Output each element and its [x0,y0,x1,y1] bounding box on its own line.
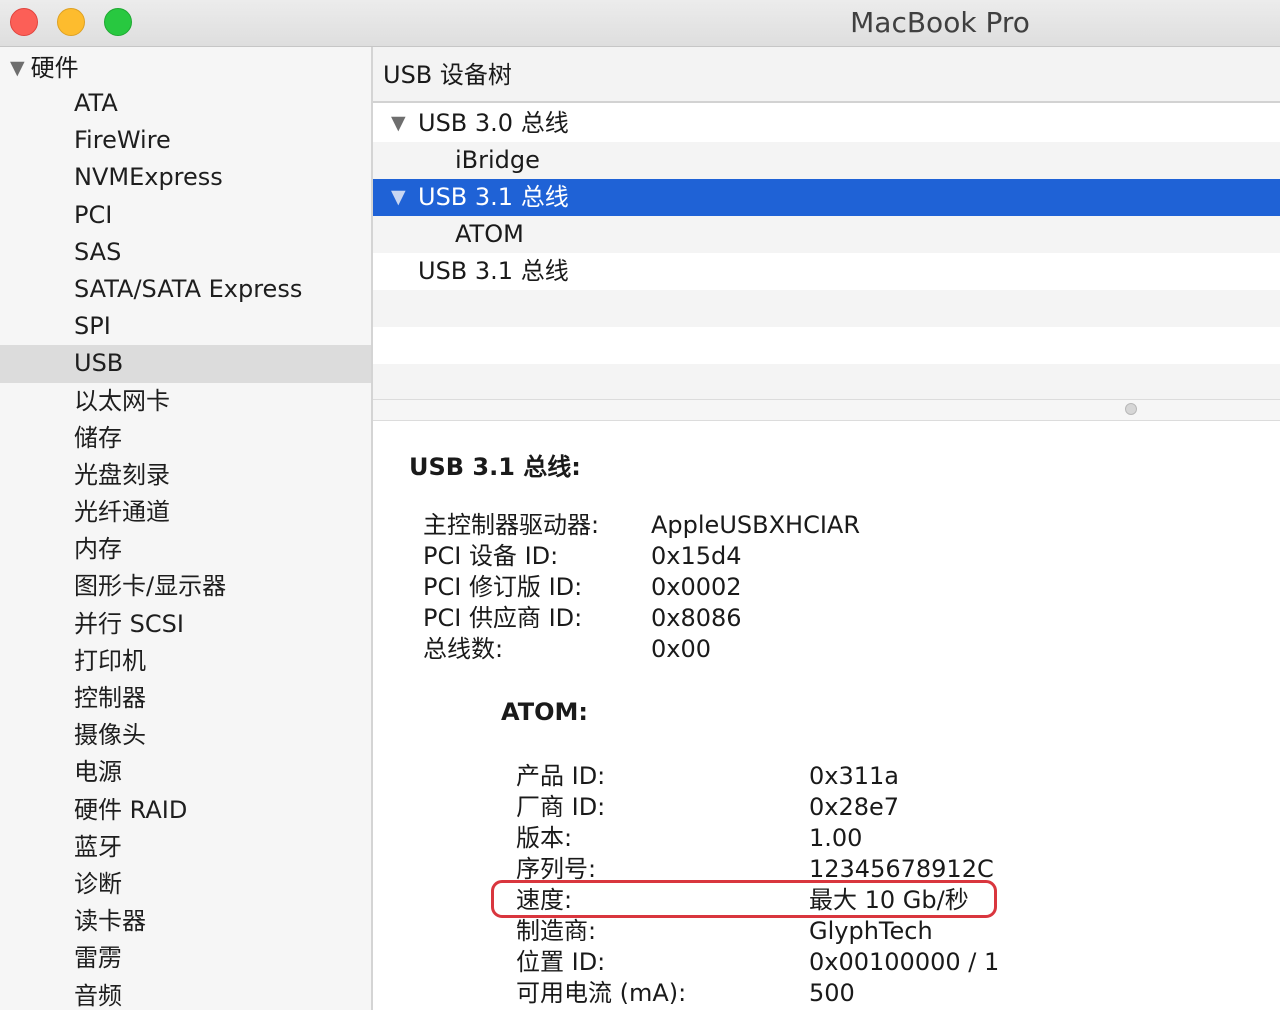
sidebar-item-pci[interactable]: PCI [0,197,371,234]
sidebar-item-firewire[interactable]: FireWire [0,122,371,159]
tree-row-usb31-bus-2[interactable]: USB 3.1 总线 [373,253,1280,290]
device-value: 0x311a [809,762,899,790]
speed-highlight-box [491,880,997,918]
detail-key: PCI 设备 ID: [423,542,559,570]
title-bar: MacBook Pro [0,0,1280,47]
sidebar-item-memory[interactable]: 内存 [0,531,371,568]
device-key: 版本: [516,824,573,852]
minimize-window-button[interactable] [57,8,85,36]
splitter-handle-icon[interactable] [1125,403,1137,415]
sidebar-item-graphics[interactable]: 图形卡/显示器 [0,568,371,605]
sidebar-item-diagnostics[interactable]: 诊断 [0,866,371,903]
device-value: 1.00 [809,824,863,852]
sidebar-item-spi[interactable]: SPI [0,308,371,345]
detail-value: 0x8086 [651,604,742,632]
device-key: 制造商: [516,917,597,945]
system-information-window: MacBook Pro ▼ 硬件 ATA FireWire NVMExpress … [0,0,1280,1010]
detail-value: 0x0002 [651,573,742,601]
detail-value: 0x00 [651,635,712,663]
device-key: 产品 ID: [516,762,606,790]
tree-row-atom[interactable]: ATOM [373,216,1280,253]
tree-row-label: USB 3.0 总线 [418,109,569,137]
usb-device-tree: ▼ USB 3.0 总线 iBridge ▼ USB 3.1 总线 ATOM U… [373,105,1280,401]
tree-row-label: USB 3.1 总线 [418,257,569,285]
tree-row-empty [373,364,1280,401]
device-value: 0x28e7 [809,793,900,821]
detail-pane: USB 3.1 总线: 主控制器驱动器: AppleUSBXHCIAR PCI … [373,421,1280,1010]
pane-splitter[interactable] [373,399,1280,421]
zoom-window-button[interactable] [104,8,132,36]
detail-value: 0x15d4 [651,542,742,570]
sidebar-item-audio[interactable]: 音频 [0,978,371,1015]
device-key: 可用电流 (mA): [516,979,687,1007]
sidebar-item-card-reader[interactable]: 读卡器 [0,903,371,940]
detail-key: 总线数: [423,635,504,663]
tree-row-usb30-bus[interactable]: ▼ USB 3.0 总线 [373,105,1280,142]
sidebar-section-label: 硬件 [30,54,79,82]
tree-row-label: iBridge [455,146,540,174]
sidebar-item-disc-burning[interactable]: 光盘刻录 [0,457,371,494]
sidebar-item-controller[interactable]: 控制器 [0,680,371,717]
device-value: 0x00100000 / 1 [809,948,1000,976]
sidebar-list: ATA FireWire NVMExpress PCI SAS SATA/SAT… [0,85,371,1015]
close-window-button[interactable] [10,8,38,36]
window-title: MacBook Pro [850,6,1030,39]
tree-row-empty [373,290,1280,327]
content-pane: USB 设备树 ▼ USB 3.0 总线 iBridge ▼ USB 3.1 总… [373,47,1280,1010]
device-value: 500 [809,979,855,1007]
sidebar-item-parallel-scsi[interactable]: 并行 SCSI [0,606,371,643]
detail-key: PCI 修订版 ID: [423,573,583,601]
sidebar-item-nvmexpress[interactable]: NVMExpress [0,159,371,196]
sidebar-item-sas[interactable]: SAS [0,234,371,271]
detail-title: USB 3.1 总线: [409,453,581,481]
sidebar-section-hardware[interactable]: ▼ 硬件 [10,51,79,85]
detail-key: PCI 供应商 ID: [423,604,583,632]
disclosure-triangle-icon[interactable]: ▼ [10,51,25,85]
sidebar-item-printers[interactable]: 打印机 [0,643,371,680]
detail-value: AppleUSBXHCIAR [651,511,861,539]
sidebar-item-storage[interactable]: 储存 [0,420,371,457]
sidebar-item-usb[interactable]: USB [0,345,371,383]
sidebar-item-thunderbolt[interactable]: 雷雳 [0,940,371,977]
detail-key: 主控制器驱动器: [423,511,600,539]
sidebar-item-fibre-channel[interactable]: 光纤通道 [0,494,371,531]
sidebar-item-power[interactable]: 电源 [0,754,371,791]
sidebar-item-ata[interactable]: ATA [0,85,371,122]
sidebar-item-bluetooth[interactable]: 蓝牙 [0,829,371,866]
device-key: 位置 ID: [516,948,606,976]
usb-tree-header: USB 设备树 [373,47,1280,103]
disclosure-triangle-icon[interactable]: ▼ [391,105,406,142]
device-key: 厂商 ID: [516,793,606,821]
tree-row-usb31-bus[interactable]: ▼ USB 3.1 总线 [373,179,1280,216]
tree-row-ibridge[interactable]: iBridge [373,142,1280,179]
tree-row-label: ATOM [455,220,524,248]
tree-row-label: USB 3.1 总线 [418,183,569,211]
disclosure-triangle-icon[interactable]: ▼ [391,179,406,216]
sidebar-item-camera[interactable]: 摄像头 [0,717,371,754]
device-value: GlyphTech [809,917,933,945]
sidebar-item-ethernet[interactable]: 以太网卡 [0,383,371,420]
device-title: ATOM: [501,698,588,726]
sidebar: ▼ 硬件 ATA FireWire NVMExpress PCI SAS SATA… [0,47,373,1010]
sidebar-item-sata[interactable]: SATA/SATA Express [0,271,371,308]
sidebar-item-hardware-raid[interactable]: 硬件 RAID [0,792,371,829]
tree-row-empty [373,327,1280,364]
